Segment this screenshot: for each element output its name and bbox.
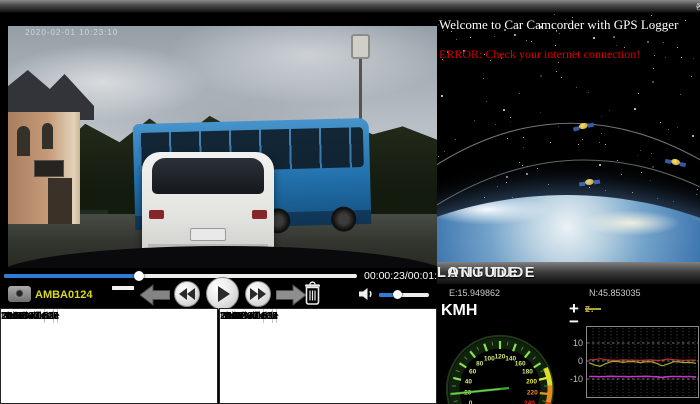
svg-text:100: 100 <box>484 356 495 363</box>
legend-line <box>585 308 601 310</box>
svg-text:80: 80 <box>476 361 484 368</box>
fast-forward-button[interactable] <box>245 281 271 307</box>
time-display: 00:00:23/00:01:00 <box>364 270 449 282</box>
current-file-label: AMBA0124 <box>35 289 93 301</box>
close-button[interactable]: ✕ <box>696 2 700 11</box>
svg-text:180: 180 <box>522 369 533 376</box>
rewind-icon <box>179 288 195 300</box>
accelerometer-chart <box>586 326 699 398</box>
play-icon <box>217 285 230 302</box>
y-axis-tick-label: 0 <box>577 356 583 366</box>
video-scene-car-taillight <box>149 210 164 219</box>
speedometer-gauge: 020406080100120140160180200220240 <box>446 334 554 404</box>
longitude-value: E:15.949862 <box>449 288 501 298</box>
chart-zoom-out-button[interactable]: − <box>569 313 579 330</box>
video-scene-church-window <box>42 123 53 149</box>
video-player-view: 2020-02-01 10:23:10 <box>8 26 437 268</box>
svg-text:200: 200 <box>526 379 537 386</box>
seek-bar-fill <box>4 274 140 278</box>
video-scene-church-door <box>48 178 72 224</box>
video-scene-road-sign <box>351 34 370 59</box>
svg-text:0: 0 <box>469 400 473 404</box>
car-camcorder-app: — ▢ ✕ 2020-02-01 10:2 <box>0 0 700 404</box>
video-scene-car-plate <box>190 228 226 241</box>
arrow-left-icon <box>140 284 170 306</box>
error-message: ERROR: Check your internet connection! <box>439 47 641 61</box>
window-titlebar: — ▢ ✕ <box>0 0 700 13</box>
rewind-button[interactable] <box>174 281 200 307</box>
arrow-right-icon <box>276 284 306 306</box>
trash-icon <box>305 281 320 305</box>
gps-starfield-panel: Welcome to Car Camcorder with GPS Logger… <box>437 13 700 262</box>
y-axis-tick-label: -10 <box>569 374 583 384</box>
latitude-label: LATITUDE <box>437 265 520 281</box>
video-scene-car-window <box>152 158 264 194</box>
svg-text:160: 160 <box>515 361 526 368</box>
coordinates-bar: LONGITUDE LATITUDE <box>437 262 700 284</box>
video-timestamp-overlay: 2020-02-01 10:23:10 <box>25 28 119 37</box>
volume-slider-handle[interactable] <box>393 290 402 299</box>
file-table-right: File Name Date Time GPS File AMBA0130 2020-02… <box>219 308 437 404</box>
svg-text:60: 60 <box>469 369 477 376</box>
volume-mute-button[interactable] <box>359 287 375 301</box>
play-button[interactable] <box>206 277 239 310</box>
welcome-title: Welcome to Car Camcorder with GPS Logger <box>439 17 679 32</box>
previous-file-button[interactable] <box>140 284 170 306</box>
video-scene-church-window <box>17 126 30 156</box>
video-scene-church-sign <box>34 160 64 177</box>
latitude-value: N:45.853035 <box>589 288 641 298</box>
speed-unit-label: KMH <box>441 302 478 319</box>
svg-text:120: 120 <box>495 354 506 361</box>
delete-button[interactable] <box>304 281 321 305</box>
seek-bar[interactable] <box>4 271 357 281</box>
svg-text:240: 240 <box>524 400 535 404</box>
svg-text:40: 40 <box>465 379 473 386</box>
table-cell: Available <box>224 309 267 322</box>
y-axis-tick-label: 10 <box>572 338 583 348</box>
seek-bar-handle[interactable] <box>134 271 145 281</box>
fast-forward-icon <box>250 288 266 300</box>
file-table-left: File Name Date Time GPS File AMBA0124 2020-02… <box>0 308 218 404</box>
snapshot-camera-icon[interactable] <box>8 286 31 302</box>
next-file-button[interactable] <box>276 284 306 306</box>
table-cell: Unavailable <box>5 309 60 322</box>
volume-slider[interactable] <box>379 290 429 299</box>
video-scene-car-taillight <box>252 210 267 219</box>
svg-text:220: 220 <box>527 390 538 397</box>
speaker-icon <box>359 288 372 300</box>
